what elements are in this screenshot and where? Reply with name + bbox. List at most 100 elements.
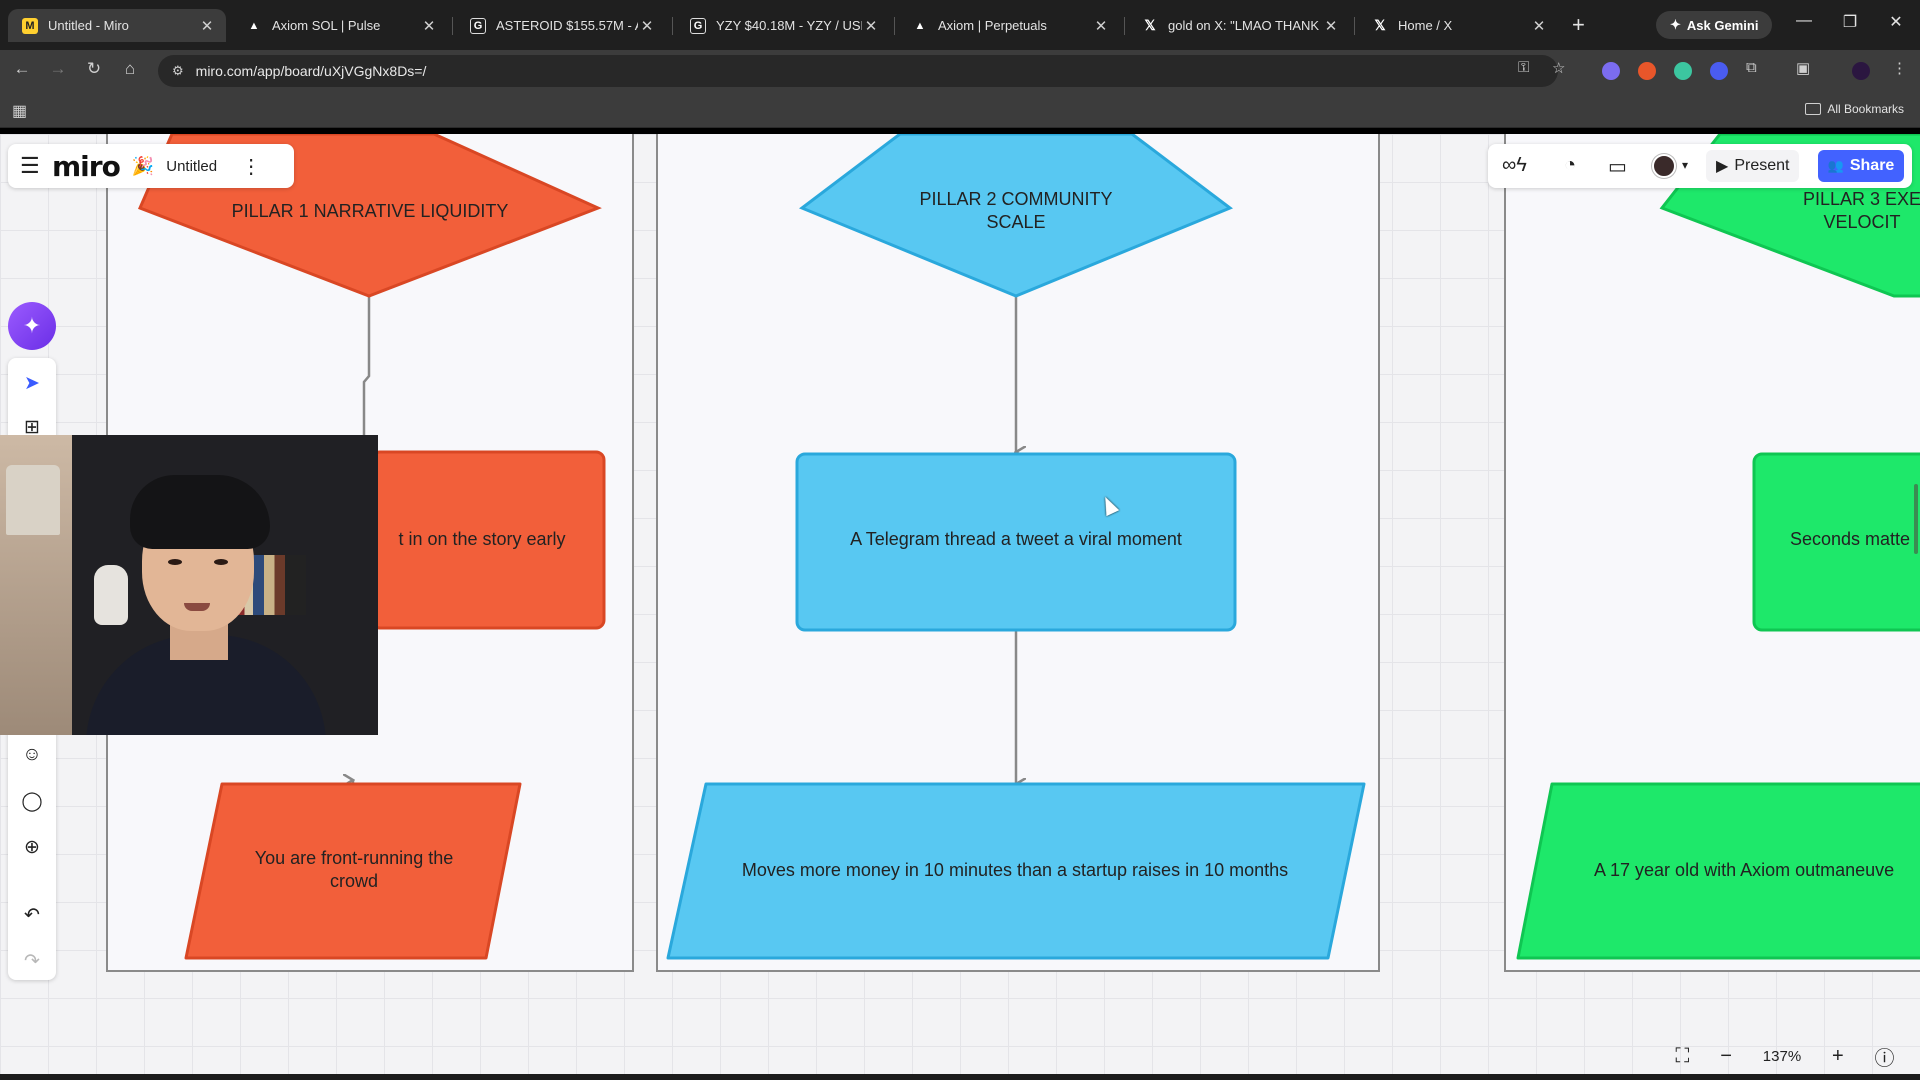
present-button[interactable]: ▶ Present bbox=[1706, 150, 1800, 182]
axiom-icon: ▲ bbox=[248, 19, 260, 32]
extensions-puzzle-icon[interactable]: ⧉ bbox=[1746, 59, 1757, 76]
zoom-out-icon[interactable]: − bbox=[1720, 1045, 1732, 1068]
close-icon[interactable]: ✕ bbox=[1322, 17, 1340, 35]
tab-asteroid[interactable]: G ASTEROID $155.57M - Aster ✕ bbox=[456, 9, 666, 42]
extension-icon[interactable] bbox=[1710, 62, 1728, 80]
miro-collab-toolbar: ∞ϟ ◔ ▭ ▾ ▶ Present 👥 Share bbox=[1488, 144, 1912, 188]
home-icon[interactable]: ⌂ bbox=[118, 59, 142, 79]
video-call-icon[interactable]: ▭ bbox=[1608, 154, 1627, 179]
comment-icon[interactable]: ◯ bbox=[8, 790, 56, 813]
folder-icon bbox=[1805, 103, 1822, 115]
miro-logo[interactable]: miro bbox=[52, 150, 121, 183]
pillar-2-middle-text[interactable]: A Telegram thread a tweet a viral moment bbox=[810, 514, 1222, 564]
close-icon[interactable]: ✕ bbox=[862, 17, 880, 35]
tab-axiom-perpetuals[interactable]: ▲ Axiom | Perpetuals ✕ bbox=[898, 9, 1120, 42]
webcam-presenter-eye bbox=[168, 559, 182, 565]
gemini-icon: ✦ bbox=[1670, 17, 1681, 32]
tab-title: ASTEROID $155.57M - Aster bbox=[496, 18, 638, 33]
extension-icon[interactable] bbox=[1638, 62, 1656, 80]
undo-icon[interactable]: ↶ bbox=[8, 904, 56, 927]
tab-title: Home / X bbox=[1398, 18, 1453, 33]
pillar-1-title[interactable]: PILLAR 1 NARRATIVE LIQUIDITY bbox=[230, 186, 510, 236]
webcam-vase bbox=[94, 565, 128, 625]
close-icon[interactable]: ✕ bbox=[420, 17, 438, 35]
close-icon[interactable]: ✕ bbox=[198, 17, 216, 35]
site-info-icon[interactable]: ⚙ bbox=[172, 63, 184, 79]
webcam-lamp bbox=[6, 465, 60, 535]
board-title[interactable]: Untitled bbox=[166, 158, 217, 175]
tab-axiom-pulse[interactable]: ▲ Axiom SOL | Pulse ✕ bbox=[232, 9, 448, 42]
forward-icon[interactable]: → bbox=[46, 59, 70, 79]
add-more-icon[interactable]: ⊕ bbox=[8, 836, 56, 859]
board-options-icon[interactable]: ⋮ bbox=[241, 154, 261, 179]
reload-icon[interactable]: ↻ bbox=[82, 59, 106, 79]
apps-grid-icon[interactable]: ▦ bbox=[12, 101, 27, 121]
gmgn-icon: G bbox=[690, 17, 706, 34]
tab-miro[interactable]: M Untitled - Miro ✕ bbox=[8, 9, 226, 42]
redo-icon[interactable]: ↷ bbox=[8, 950, 56, 973]
pillar-3-bottom-text[interactable]: A 17 year old with Axiom outmaneuve bbox=[1594, 840, 1920, 900]
x-icon: 𝕏 bbox=[1144, 17, 1156, 33]
pillar-2-bottom-text[interactable]: Moves more money in 10 minutes than a st… bbox=[700, 840, 1330, 900]
x-icon: 𝕏 bbox=[1374, 17, 1386, 33]
pillar-3-middle-text[interactable]: Seconds matte bbox=[1790, 514, 1920, 564]
bookmark-star-icon[interactable]: ☆ bbox=[1552, 59, 1565, 77]
share-button[interactable]: 👥 Share bbox=[1818, 150, 1904, 182]
tab-title: Axiom | Perpetuals bbox=[938, 18, 1047, 33]
close-icon[interactable]: ✕ bbox=[638, 17, 656, 35]
tab-gold-on-x[interactable]: 𝕏 gold on X: "LMAO THANK Y ✕ bbox=[1128, 9, 1350, 42]
gmgn-icon: G bbox=[470, 17, 486, 34]
avatar[interactable] bbox=[1652, 154, 1676, 178]
tab-separator bbox=[1354, 17, 1355, 35]
browser-menu-icon[interactable]: ⋮ bbox=[1892, 59, 1907, 77]
extension-icon[interactable] bbox=[1674, 62, 1692, 80]
close-icon[interactable]: ✕ bbox=[1092, 17, 1110, 35]
new-tab-button[interactable]: + bbox=[1572, 12, 1585, 38]
pillar-3-title[interactable]: PILLAR 3 EXE VELOCIT bbox=[1762, 186, 1920, 236]
party-icon[interactable]: 🎉 bbox=[132, 156, 154, 177]
tab-separator bbox=[452, 17, 453, 35]
tab-title: gold on X: "LMAO THANK Y bbox=[1168, 18, 1322, 33]
all-bookmarks-button[interactable]: All Bookmarks bbox=[1805, 102, 1904, 116]
miro-icon: M bbox=[22, 17, 38, 34]
pillar-1-bottom-text[interactable]: You are front-running the crowd bbox=[232, 840, 476, 900]
close-window-icon[interactable]: ✕ bbox=[1886, 12, 1906, 32]
zoom-level[interactable]: 137% bbox=[1763, 1048, 1801, 1065]
talktrack-icon[interactable]: ◔ bbox=[1564, 154, 1576, 177]
pillar-2-title[interactable]: PILLAR 2 COMMUNITY SCALE bbox=[896, 186, 1136, 236]
webcam-presenter-mouth bbox=[184, 603, 210, 611]
password-key-icon[interactable]: ⚿ bbox=[1518, 59, 1529, 76]
add-user-icon: 👥 bbox=[1827, 158, 1844, 173]
canvas-scroll-indicator[interactable] bbox=[1914, 484, 1918, 554]
ask-gemini-label: Ask Gemini bbox=[1686, 17, 1759, 33]
profile-avatar[interactable] bbox=[1852, 62, 1870, 80]
back-icon[interactable]: ← bbox=[10, 59, 34, 79]
webcam-presenter-hair bbox=[130, 475, 270, 549]
reactions-icon[interactable]: ∞ϟ bbox=[1502, 154, 1527, 177]
side-panel-icon[interactable]: ▣ bbox=[1796, 59, 1810, 77]
tab-yzy[interactable]: G YZY $40.18M - YZY / USDC ✕ bbox=[676, 9, 890, 42]
share-label: Share bbox=[1849, 157, 1895, 174]
tab-home-x[interactable]: 𝕏 Home / X ✕ bbox=[1358, 9, 1558, 42]
tab-separator bbox=[894, 17, 895, 35]
stickers-icon[interactable]: ☺ bbox=[8, 744, 56, 766]
browser-tab-bar: M Untitled - Miro ✕ ▲ Axiom SOL | Pulse … bbox=[0, 0, 1920, 50]
fit-to-screen-icon[interactable]: ⛶ bbox=[1675, 1045, 1689, 1068]
ask-gemini-button[interactable]: ✦ Ask Gemini bbox=[1656, 11, 1773, 39]
restore-icon[interactable]: ❐ bbox=[1840, 12, 1860, 32]
chevron-down-icon[interactable]: ▾ bbox=[1682, 158, 1688, 172]
tab-separator bbox=[672, 17, 673, 35]
select-tool-icon[interactable]: ➤ bbox=[8, 372, 56, 395]
extension-icon[interactable] bbox=[1602, 62, 1620, 80]
close-icon[interactable]: ✕ bbox=[1530, 17, 1548, 35]
pillar-1-middle-text[interactable]: t in on the story early bbox=[372, 514, 592, 564]
ai-assistant-button[interactable]: ✦ bbox=[8, 302, 56, 350]
address-bar[interactable]: ⚙ miro.com/app/board/uXjVGgNx8Ds=/ bbox=[158, 55, 1558, 87]
tab-title: Axiom SOL | Pulse bbox=[272, 18, 381, 33]
bookmarks-bar: ▦ All Bookmarks bbox=[0, 92, 1920, 128]
zoom-in-icon[interactable]: + bbox=[1832, 1045, 1844, 1068]
address-bar-row: ← → ↻ ⌂ ⚙ miro.com/app/board/uXjVGgNx8Ds… bbox=[0, 50, 1920, 92]
main-menu-icon[interactable]: ☰ bbox=[20, 153, 40, 179]
help-icon[interactable]: ⓘ bbox=[1875, 1042, 1895, 1071]
minimize-icon[interactable]: — bbox=[1794, 12, 1814, 30]
